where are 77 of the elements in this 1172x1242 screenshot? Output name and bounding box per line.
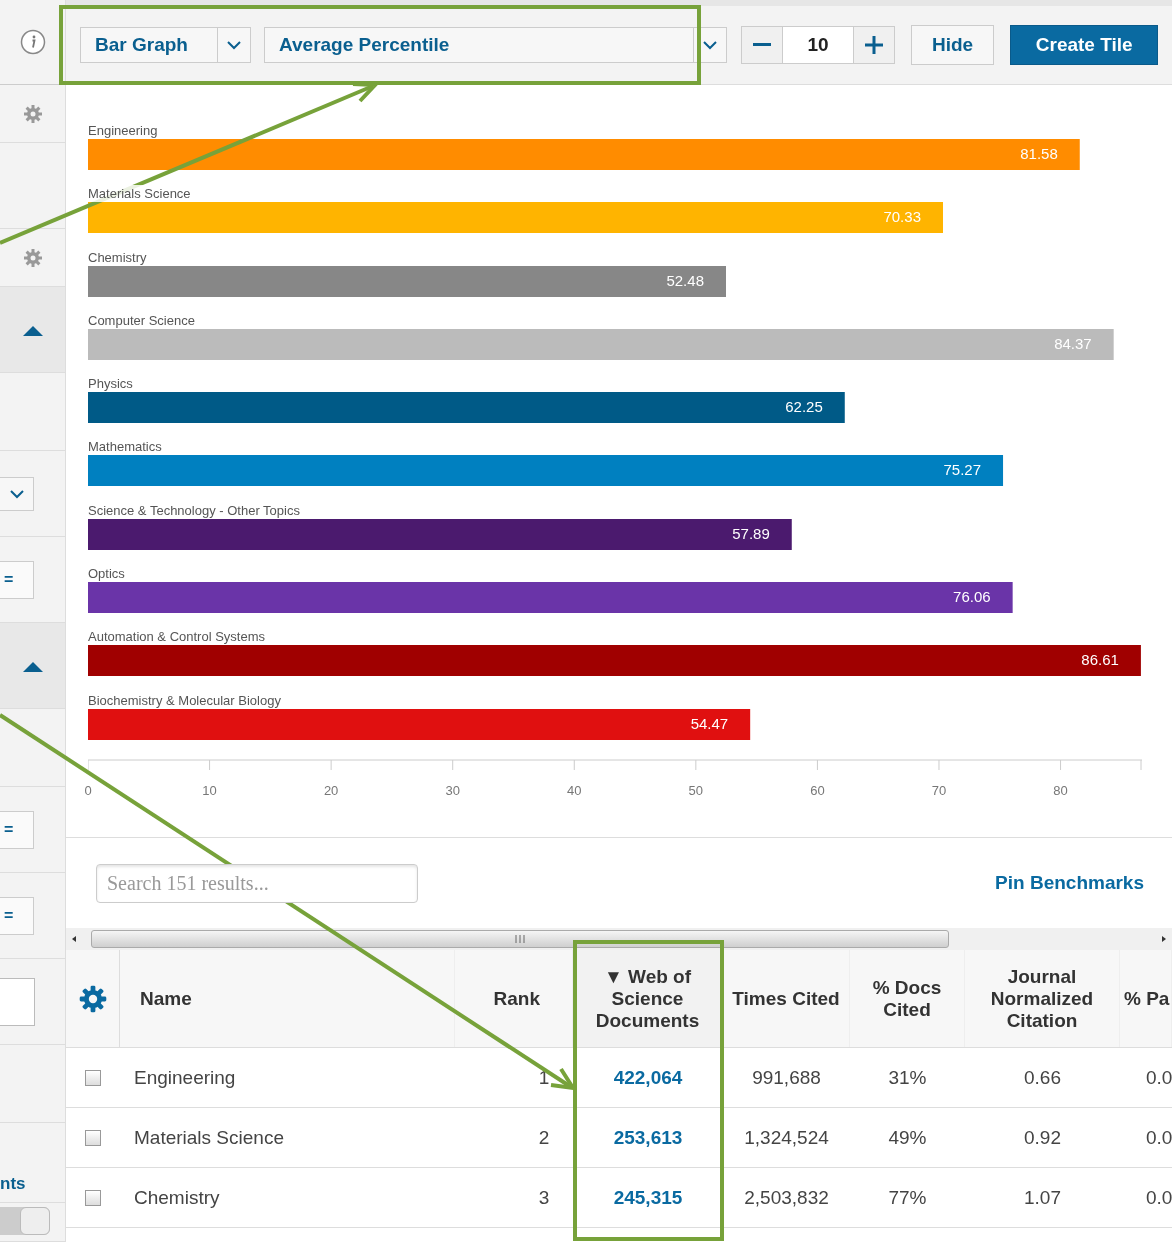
table-cell-text: 0.92 (1023, 1126, 1062, 1149)
table-cell-text: 1.07 (1023, 1186, 1062, 1209)
axis-tick-label: 60 (810, 782, 825, 798)
axis-tick-label: 20 (323, 782, 339, 798)
bar-label: Materials Science (88, 185, 191, 203)
column-header[interactable]: % Docs Cited (850, 950, 965, 1047)
settings-icon[interactable] (78, 984, 107, 1013)
caret-up-icon[interactable] (22, 659, 43, 672)
table-cell: 0.0 (1146, 1126, 1172, 1149)
table-cell-text: 77% (887, 1186, 928, 1209)
equals-button[interactable]: = (0, 810, 34, 849)
search-field[interactable]: Search 151 results... (96, 863, 418, 903)
row-checkbox[interactable] (85, 1189, 101, 1206)
axis-tick-label: 0 (84, 782, 92, 798)
column-header[interactable]: Times Cited (723, 950, 850, 1047)
table-cell-text: 49% (887, 1126, 928, 1149)
chevron-down-icon (702, 40, 718, 50)
axis-tick-label: 50 (688, 782, 704, 798)
hide-button[interactable]: Hide (911, 25, 995, 65)
data-label: 86.61 (1081, 651, 1120, 669)
table-cell-text: Materials Science (134, 1126, 285, 1149)
table-cell-text: 253,613 (612, 1126, 684, 1149)
table-cell-text: 31% (887, 1066, 928, 1089)
table-cell-text: Engineering (134, 1066, 237, 1089)
chevron-down-icon (226, 40, 242, 50)
plus-icon (865, 36, 883, 54)
axis-tick-label: 30 (445, 782, 460, 798)
table-cell-text: 991,688 (751, 1066, 822, 1089)
row-checkbox[interactable] (85, 1069, 101, 1086)
data-label: 76.06 (953, 588, 992, 606)
equals-button[interactable]: = (0, 896, 34, 935)
axis-tick-label: 40 (567, 782, 582, 798)
chart-type-dropdown[interactable]: Bar Graph (80, 27, 251, 63)
column-header[interactable]: % Pa (1120, 950, 1172, 1047)
sidebar-label: nts (0, 1174, 26, 1194)
data-label: 52.48 (666, 271, 705, 289)
count-field[interactable]: 10 (782, 27, 854, 63)
data-label: 62.25 (785, 398, 824, 416)
table-cell-text: 422,064 (612, 1066, 684, 1089)
column-header[interactable]: Name (120, 950, 455, 1047)
table-cell-text: 3 (537, 1186, 551, 1209)
settings-icon[interactable] (22, 103, 43, 124)
minus-icon (753, 43, 771, 47)
settings-icon[interactable] (22, 247, 43, 268)
create-tile-button[interactable]: Create Tile (1010, 25, 1159, 65)
table-cell-text: 0.66 (1023, 1066, 1062, 1089)
table-cell-text: 2 (537, 1126, 551, 1149)
data-label: 54.47 (690, 714, 730, 732)
data-label: 81.58 (1020, 145, 1059, 162)
table-cell-text: 1 (537, 1066, 551, 1089)
table-cell-text: Chemistry (134, 1186, 221, 1209)
horizontal-scrollbar[interactable] (66, 928, 1172, 950)
pin-benchmarks-link[interactable]: Pin Benchmarks (995, 872, 1144, 894)
data-label: 57.89 (732, 524, 771, 542)
column-header[interactable]: Rank (455, 950, 573, 1047)
grip-icon (514, 935, 526, 943)
table-cell: 0.0 (1146, 1186, 1172, 1209)
column-header[interactable]: Journal Normalized Citation (965, 950, 1120, 1047)
table-cell-text: 1,324,524 (743, 1126, 830, 1149)
dropdown-button[interactable] (0, 476, 34, 511)
metric-dropdown[interactable]: Average Percentile (264, 27, 727, 63)
data-label: 75.27 (943, 461, 983, 479)
data-label: 70.33 (883, 208, 922, 226)
table-cell-text: 245,315 (612, 1186, 684, 1209)
info-icon[interactable] (19, 29, 46, 55)
toggle-switch[interactable] (0, 1207, 50, 1235)
equals-button[interactable]: = (0, 560, 34, 599)
caret-up-icon[interactable] (22, 323, 43, 336)
axis-tick-label: 10 (202, 782, 217, 798)
table-cell-text: 2,503,832 (743, 1186, 830, 1209)
data-label: 84.37 (1054, 334, 1093, 352)
chevron-down-icon (8, 488, 25, 499)
table-cell: 0.0 (1146, 1066, 1172, 1089)
input-field[interactable] (0, 977, 35, 1026)
axis-tick-label: 70 (931, 782, 947, 798)
axis-tick-label: 80 (1053, 782, 1068, 798)
row-checkbox[interactable] (85, 1129, 101, 1146)
